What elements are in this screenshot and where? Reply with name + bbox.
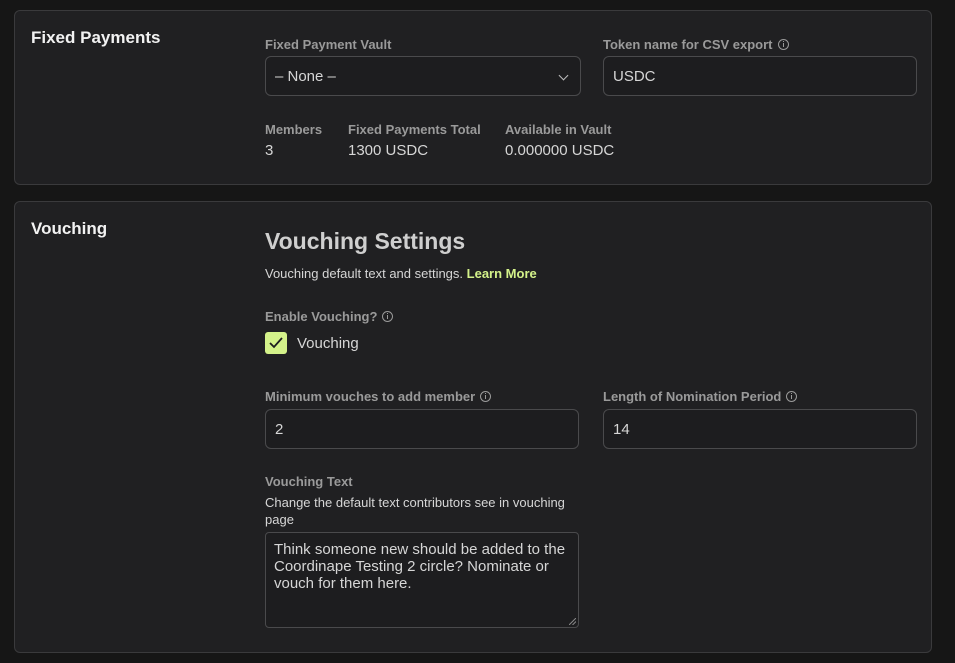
min-vouches-label-text: Minimum vouches to add member: [265, 389, 476, 404]
members-stat-value: 3: [265, 142, 274, 159]
info-icon[interactable]: [786, 391, 798, 402]
vouching-panel: Vouching Vouching Settings Vouching defa…: [14, 201, 932, 653]
nomination-period-label-text: Length of Nomination Period: [603, 389, 782, 404]
vouching-title: Vouching: [31, 219, 108, 238]
fixed-payments-total-value: 1300 USDC: [348, 142, 429, 159]
vouching-text-label: Vouching Text: [265, 474, 353, 489]
token-label: Token name for CSV export: [603, 37, 789, 52]
vault-select-value: – None –: [275, 67, 336, 85]
nomination-period-value: 14: [613, 420, 630, 438]
vouching-checkbox[interactable]: [265, 332, 287, 354]
info-icon[interactable]: [777, 39, 789, 50]
available-in-vault-label: Available in Vault: [505, 122, 612, 137]
vouching-textarea-value: Think someone new should be added to the…: [274, 541, 566, 592]
token-name-value: USDC: [613, 67, 656, 85]
enable-vouching-label-text: Enable Vouching?: [265, 309, 378, 324]
chevron-down-icon: [558, 70, 569, 81]
min-vouches-input[interactable]: 2: [265, 409, 579, 449]
vault-select[interactable]: – None –: [265, 56, 581, 96]
members-stat-label: Members: [265, 122, 323, 137]
learn-more-link[interactable]: Learn More: [467, 266, 537, 281]
info-icon[interactable]: [382, 311, 394, 322]
vouching-checkbox-label[interactable]: Vouching: [297, 335, 359, 352]
token-name-input[interactable]: USDC: [603, 56, 917, 96]
fixed-payments-total-label: Fixed Payments Total: [348, 122, 481, 137]
enable-vouching-label: Enable Vouching?: [265, 309, 394, 324]
vouching-description-text: Vouching default text and settings.: [265, 266, 464, 281]
vault-label-text: Fixed Payment Vault: [265, 37, 392, 52]
min-vouches-label: Minimum vouches to add member: [265, 389, 492, 404]
vouching-textarea[interactable]: Think someone new should be added to the…: [265, 532, 579, 628]
fixed-payments-title: Fixed Payments: [31, 28, 161, 47]
vouching-settings-heading: Vouching Settings: [265, 228, 466, 254]
resize-handle-icon[interactable]: [569, 618, 576, 625]
info-icon[interactable]: [480, 391, 492, 402]
vouching-text-help: Change the default text contributors see…: [265, 495, 565, 527]
vouching-description: Vouching default text and settings. Lear…: [265, 266, 537, 281]
nomination-period-input[interactable]: 14: [603, 409, 917, 449]
check-icon: [269, 337, 283, 349]
available-in-vault-value: 0.000000 USDC: [505, 142, 615, 159]
min-vouches-value: 2: [275, 420, 284, 438]
fixed-payments-panel: Fixed Payments Fixed Payment Vault – Non…: [14, 10, 932, 185]
vault-label: Fixed Payment Vault: [265, 37, 391, 52]
nomination-period-label: Length of Nomination Period: [603, 389, 798, 404]
token-label-text: Token name for CSV export: [603, 37, 773, 52]
